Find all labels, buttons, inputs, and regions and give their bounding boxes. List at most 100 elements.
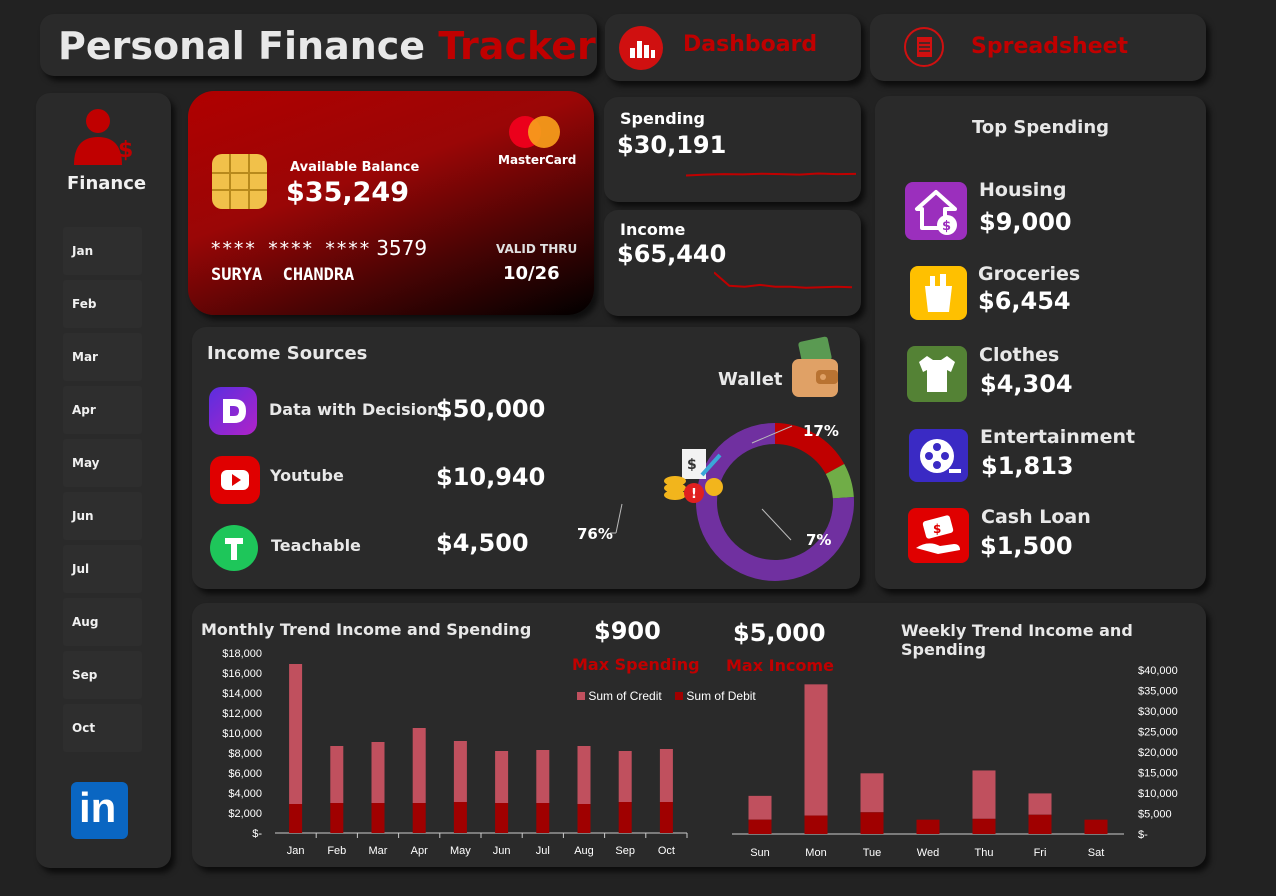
y-tick-label: $35,000 <box>1138 686 1178 698</box>
y-tick-label: $8,000 <box>228 748 262 760</box>
spreadsheet-label: Spreadsheet <box>971 34 1129 59</box>
month-button-jan[interactable]: Jan <box>63 227 142 275</box>
bar-credit <box>577 746 591 804</box>
bar-credit <box>330 746 344 803</box>
bar-credit <box>972 770 996 819</box>
bar-debit <box>748 819 772 834</box>
linkedin-label: in <box>79 784 117 831</box>
spreadsheet-nav-button[interactable]: Spreadsheet <box>870 14 1206 81</box>
source-value-1: $10,940 <box>436 463 546 491</box>
month-button-mar[interactable]: Mar <box>63 333 142 381</box>
balance-label: Available Balance <box>290 160 420 175</box>
page-title: Personal Finance Tracker <box>58 24 596 68</box>
bar-credit <box>804 684 828 816</box>
top-name-2: Clothes <box>979 344 1060 366</box>
bar-credit <box>618 751 632 802</box>
label-line-76 <box>615 503 623 534</box>
bar-debit <box>860 812 884 834</box>
month-button-aug[interactable]: Aug <box>63 598 142 646</box>
housing-icon: $ <box>905 182 967 240</box>
bar-debit <box>972 818 996 834</box>
y-tick-label: $18,000 <box>222 648 262 660</box>
x-tick-label: Mon <box>805 847 826 859</box>
bar-debit <box>804 815 828 834</box>
spending-label: Spending <box>620 109 705 128</box>
svg-text:$: $ <box>687 457 697 473</box>
chip-icon <box>212 154 267 209</box>
y-tick-label: $14,000 <box>222 688 262 700</box>
spending-sparkline <box>686 172 857 177</box>
x-tick-label: Apr <box>411 845 428 857</box>
dashboard-label: Dashboard <box>683 32 818 57</box>
trend-charts-panel: Monthly Trend Income and Spending Weekly… <box>192 603 1206 867</box>
month-button-sep[interactable]: Sep <box>63 651 142 699</box>
linkedin-icon[interactable]: in <box>71 782 128 839</box>
bar-credit <box>495 751 509 803</box>
bar-debit <box>659 802 673 833</box>
source-name-0: Data with Decision <box>269 400 439 419</box>
x-tick-label: Sun <box>750 847 770 859</box>
trend-charts-svg: $- $2,000 $4,000 $6,000 $8,000 $10,000 $12,000… <box>222 648 1178 859</box>
top-name-1: Groceries <box>978 263 1081 285</box>
label-line-7 <box>761 508 792 541</box>
income-sources-panel: Income Sources Data with Decision $50,00… <box>192 327 860 589</box>
x-tick-label: Feb <box>327 845 346 857</box>
wallet-center-icon: $! <box>662 445 728 507</box>
title-banner: Personal Finance Tracker <box>40 14 597 76</box>
spreadsheet-icon <box>904 27 944 67</box>
month-button-jul[interactable]: Jul <box>63 545 142 593</box>
svg-text:$: $ <box>942 219 951 234</box>
mastercard-logo-icon <box>508 115 562 149</box>
x-tick-label: Aug <box>574 845 594 857</box>
bar-credit <box>536 750 550 803</box>
x-tick-label: Oct <box>658 845 675 857</box>
bar-debit <box>577 804 591 833</box>
x-tick-label: Jun <box>493 845 511 857</box>
bar-debit <box>412 803 426 833</box>
y-tick-label: $2,000 <box>228 808 262 820</box>
top-value-4: $1,500 <box>980 532 1073 560</box>
top-value-0: $9,000 <box>979 208 1072 236</box>
y-tick-label: $- <box>1138 829 1148 841</box>
x-tick-label: Jul <box>536 845 550 857</box>
spending-sparkline-line <box>686 172 857 177</box>
month-button-oct[interactable]: Oct <box>63 704 142 752</box>
y-tick-label: $40,000 <box>1138 665 1178 677</box>
y-tick-label: $20,000 <box>1138 747 1178 759</box>
teachable-icon <box>210 525 258 571</box>
month-button-apr[interactable]: Apr <box>63 386 142 434</box>
bar-debit <box>289 804 303 833</box>
card-brand: MasterCard <box>498 153 577 167</box>
x-tick-label: Sat <box>1088 847 1105 859</box>
month-button-jun[interactable]: Jun <box>63 492 142 540</box>
x-tick-label: May <box>450 845 471 857</box>
finance-user-icon: $ <box>70 105 134 167</box>
title-part1: Personal Finance <box>58 24 426 68</box>
svg-text:$: $ <box>118 138 133 163</box>
month-button-may[interactable]: May <box>63 439 142 487</box>
top-spending-panel: Top Spending $ Housing $9,000 Groceries … <box>875 96 1206 589</box>
bar-debit <box>618 802 632 833</box>
source-name-2: Teachable <box>271 536 361 555</box>
card-number-last: 3579 <box>376 236 428 260</box>
top-name-3: Entertainment <box>980 426 1136 448</box>
bar-credit <box>1028 793 1052 815</box>
top-value-1: $6,454 <box>978 287 1071 315</box>
bar-debit <box>1028 814 1052 834</box>
wallet-pct-76: 76% <box>577 525 613 543</box>
cash-loan-icon: $ <box>908 508 969 563</box>
bar-debit <box>536 803 550 833</box>
bar-debit <box>330 803 344 833</box>
valid-thru-value: 10/26 <box>503 263 560 284</box>
x-tick-label: Sep <box>615 845 635 857</box>
dashboard-nav-button[interactable]: Dashboard <box>605 14 861 81</box>
y-tick-label: $12,000 <box>222 708 262 720</box>
card-number-mask: **** **** **** <box>210 238 371 260</box>
source-name-1: Youtube <box>270 466 344 485</box>
income-sparkline-line <box>714 271 853 289</box>
month-button-feb[interactable]: Feb <box>63 280 142 328</box>
svg-text:$: $ <box>933 522 941 536</box>
bar-debit <box>916 819 940 834</box>
y-tick-label: $4,000 <box>228 788 262 800</box>
x-tick-label: Fri <box>1034 847 1047 859</box>
